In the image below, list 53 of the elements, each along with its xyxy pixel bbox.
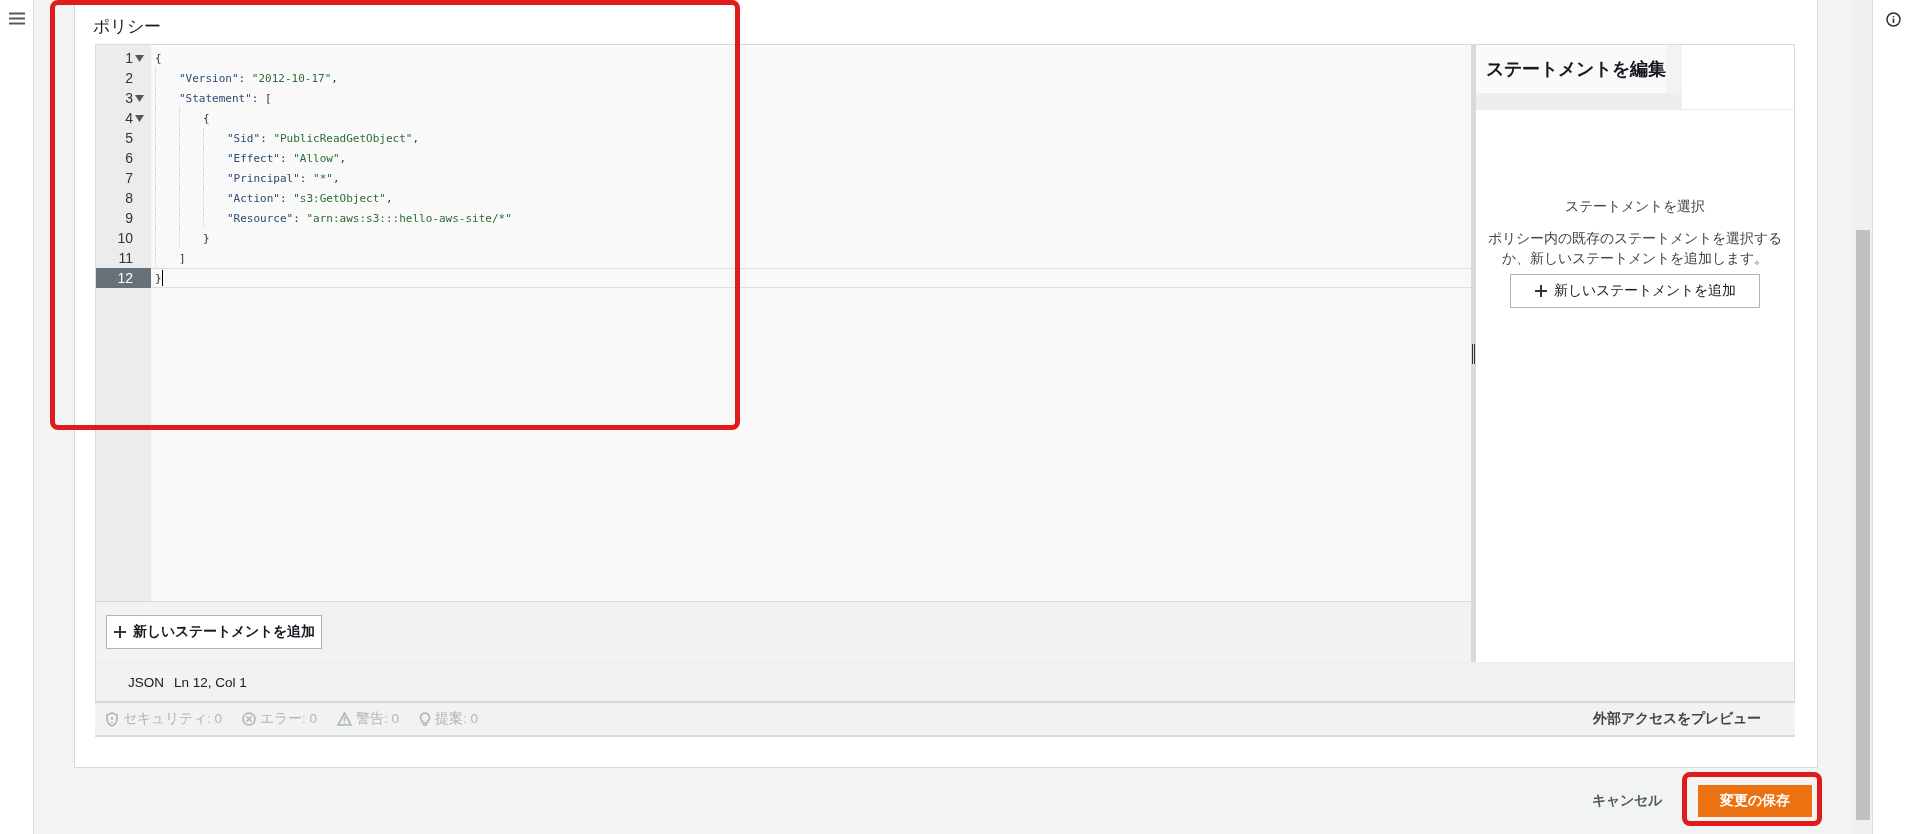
- issue-count[interactable]: 警告: 0: [356, 710, 400, 728]
- line-number: 4: [125, 110, 133, 126]
- preview-link[interactable]: 外部アクセスをプレビュー: [1593, 710, 1761, 728]
- language-label: JSON: [128, 674, 164, 690]
- line-number: 2: [125, 70, 133, 86]
- code-line: "Principal": "*",: [227, 171, 340, 185]
- save-button[interactable]: 変更の保存: [1698, 785, 1812, 817]
- code-line: "Effect": "Allow",: [227, 151, 347, 165]
- shield-icon: [105, 711, 119, 727]
- code-line: ]: [179, 251, 186, 265]
- lightbulb-icon: [419, 711, 432, 727]
- section-title: ポリシー: [93, 15, 162, 38]
- issue-count[interactable]: セキュリティ: 0: [123, 710, 222, 728]
- line-number: 3: [125, 90, 133, 106]
- cancel-button[interactable]: キャンセル: [1586, 791, 1668, 811]
- fold-arrow-icon[interactable]: [135, 54, 144, 62]
- line-number: 10: [117, 230, 133, 246]
- code-line: }: [155, 271, 162, 285]
- issue-count[interactable]: エラー: 0: [260, 710, 318, 728]
- code-line: "Statement": [: [179, 91, 272, 105]
- code-line: "Resource": "arn:aws:s3:::hello-aws-site/*": [227, 211, 512, 225]
- empty-description: ポリシー内の既存のステートメントを選択するか、新しいステートメントを追加します。: [1487, 229, 1783, 268]
- menu-icon[interactable]: [8, 12, 25, 25]
- info-icon[interactable]: [1886, 12, 1901, 27]
- warning-icon: [337, 712, 353, 726]
- line-number: 6: [125, 150, 133, 166]
- code-line: "Action": "s3:GetObject",: [227, 191, 393, 205]
- empty-title: ステートメントを選択: [1565, 198, 1705, 216]
- resize-handle[interactable]: [1471, 45, 1476, 662]
- code-line: "Version": "2012-10-17",: [179, 71, 338, 85]
- scrollbar[interactable]: [1476, 93, 1682, 109]
- line-number: 1: [125, 50, 133, 66]
- plus-icon: [113, 625, 127, 639]
- plus-icon: [1534, 284, 1548, 298]
- code-line: }: [203, 231, 210, 245]
- scrollbar[interactable]: [1666, 45, 1682, 93]
- cursor-position: Ln 12, Col 1: [174, 674, 247, 690]
- add-statement-button[interactable]: 新しいステートメントを追加: [106, 615, 322, 649]
- line-number: 12: [117, 270, 133, 286]
- error-icon: [242, 712, 256, 726]
- fold-arrow-icon[interactable]: [135, 114, 144, 122]
- code-line: "Sid": "PublicReadGetObject",: [227, 131, 420, 145]
- line-number: 5: [125, 130, 133, 146]
- code-line: {: [155, 51, 162, 65]
- line-number: 8: [125, 190, 133, 206]
- code-line: {: [203, 111, 210, 125]
- issue-count[interactable]: 提案: 0: [435, 710, 479, 728]
- add-statement-button[interactable]: 新しいステートメントを追加: [1510, 274, 1760, 308]
- line-number: 11: [118, 250, 133, 266]
- fold-arrow-icon[interactable]: [135, 94, 144, 102]
- panel-title: ステートメントを編集: [1485, 58, 1666, 81]
- line-number: 7: [125, 170, 133, 186]
- line-number: 9: [125, 210, 133, 226]
